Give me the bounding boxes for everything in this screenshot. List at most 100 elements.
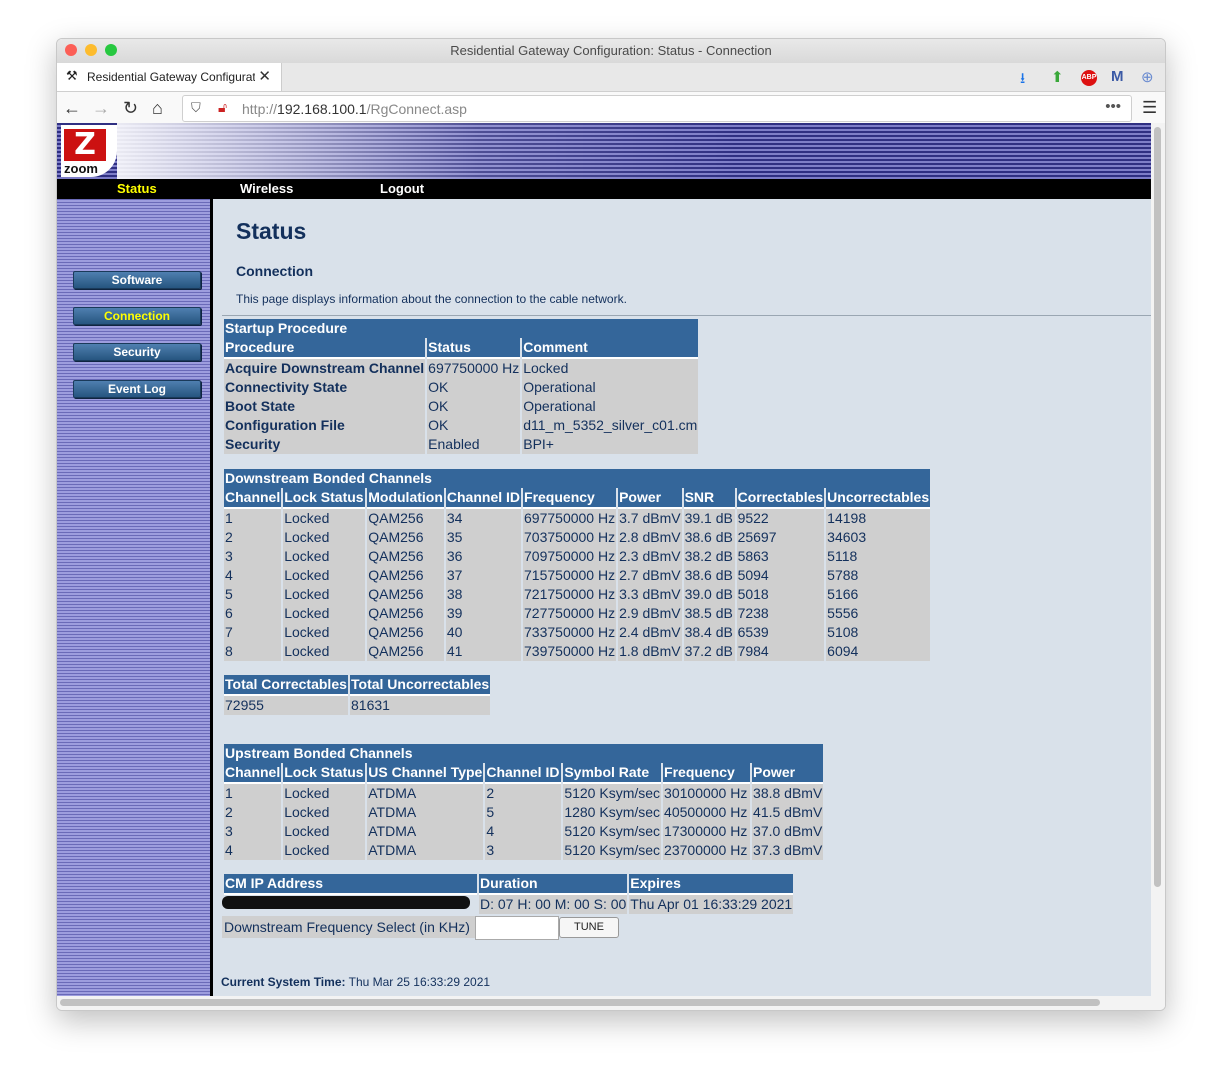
- column-header: Power: [618, 488, 682, 509]
- table-cell: 5120 Ksym/sec: [563, 841, 662, 860]
- frequency-input[interactable]: [475, 916, 559, 940]
- table-cell: 25697: [736, 528, 825, 547]
- table-cell: 41: [445, 642, 522, 661]
- sidebar: Software Connection Security Event Log: [57, 199, 213, 996]
- adblock-icon[interactable]: ABP: [1081, 70, 1097, 86]
- header-row: Procedure Status Comment: [224, 338, 699, 359]
- upload-arrow-icon[interactable]: ⬆: [1051, 68, 1064, 86]
- download-icon[interactable]: ⭳: [1020, 68, 1025, 93]
- tune-button[interactable]: TUNE: [559, 917, 619, 938]
- table-row: 1 Locked ATDMA 2 5120 Ksym/sec 30100000 Hz 38.…: [224, 784, 824, 803]
- table-cell: 39.1 dB: [683, 509, 735, 528]
- table-cell: 34: [445, 509, 522, 528]
- sidebar-item-software[interactable]: Software: [73, 271, 201, 289]
- table-cell: 39: [445, 604, 522, 623]
- table-cell: 5556: [826, 604, 931, 623]
- mail-icon[interactable]: M: [1111, 68, 1124, 85]
- back-arrow-icon[interactable]: ←: [63, 98, 81, 119]
- table-row: 72955 81631: [224, 696, 491, 715]
- column-header: Channel: [224, 488, 282, 509]
- column-header: Frequency: [523, 488, 617, 509]
- table-cell: 2.4 dBmV: [618, 623, 682, 642]
- horizontal-scrollbar[interactable]: [57, 996, 1165, 1010]
- shield-icon[interactable]: ⛉: [191, 100, 201, 116]
- column-header: Duration: [479, 874, 628, 895]
- table-row: 7 Locked QAM256 40 733750000 Hz 2.4 dBmV 38.4 …: [224, 623, 931, 642]
- close-window-button[interactable]: [65, 44, 77, 56]
- home-icon[interactable]: ⌂: [152, 98, 163, 119]
- table-cell: 38: [445, 585, 522, 604]
- table-caption: Startup Procedure: [224, 319, 699, 338]
- menu-status[interactable]: Status: [117, 181, 157, 196]
- page-description: This page displays information about the…: [236, 292, 627, 306]
- table-cell: 30100000 Hz: [663, 784, 751, 803]
- table-cell: 715750000 Hz: [523, 566, 617, 585]
- forward-arrow-icon[interactable]: →: [92, 98, 110, 119]
- table-cell: Locked: [283, 585, 366, 604]
- table-cell: 721750000 Hz: [523, 585, 617, 604]
- table-cell: 5: [224, 585, 282, 604]
- table-cell: 9522: [736, 509, 825, 528]
- table-cell: 5094: [736, 566, 825, 585]
- close-tab-icon[interactable]: ✕: [258, 67, 271, 85]
- table-cell: 5018: [736, 585, 825, 604]
- table-cell: 5166: [826, 585, 931, 604]
- menu-wireless[interactable]: Wireless: [240, 181, 293, 196]
- insecure-lock-icon[interactable]: 🔓︎: [218, 99, 227, 116]
- table-row: Configuration File OK d11_m_5352_silver_c0…: [224, 416, 699, 435]
- table-cell: 36: [445, 547, 522, 566]
- table-cell: 727750000 Hz: [523, 604, 617, 623]
- column-header: Correctables: [736, 488, 825, 509]
- downstream-channels-table: Downstream Bonded Channels Channel Lock …: [222, 469, 932, 661]
- minimize-window-button[interactable]: [85, 44, 97, 56]
- vertical-scrollbar[interactable]: [1151, 123, 1165, 996]
- table-cell: QAM256: [367, 547, 444, 566]
- title-bar: Residential Gateway Configuration: Statu…: [57, 39, 1165, 63]
- table-cell: 14198: [826, 509, 931, 528]
- hamburger-menu-icon[interactable]: ☰: [1142, 98, 1157, 118]
- table-row: 5 Locked QAM256 38 721750000 Hz 3.3 dBmV 39.0 …: [224, 585, 931, 604]
- column-header: Channel ID: [485, 763, 562, 784]
- table-row: Connectivity State OK Operational: [224, 378, 699, 397]
- sidebar-item-security[interactable]: Security: [73, 343, 201, 361]
- table-cell: 41.5 dBmV: [752, 803, 824, 822]
- address-bar[interactable]: ⛉ 🔓︎ http://192.168.100.1/RgConnect.asp …: [182, 95, 1132, 122]
- more-actions-icon[interactable]: •••: [1105, 98, 1121, 115]
- page-subtitle: Connection: [236, 263, 313, 279]
- table-cell: 4: [224, 566, 282, 585]
- upstream-channels-table: Upstream Bonded Channels Channel Lock St…: [222, 744, 825, 860]
- table-cell: QAM256: [367, 642, 444, 661]
- url-text[interactable]: http://192.168.100.1/RgConnect.asp: [242, 101, 467, 117]
- header-row: Channel Lock Status Modulation Channel I…: [224, 488, 931, 509]
- table-row: 3 Locked ATDMA 4 5120 Ksym/sec 17300000 Hz 37.…: [224, 822, 824, 841]
- table-row: 1 Locked QAM256 34 697750000 Hz 3.7 dBmV 39.1 …: [224, 509, 931, 528]
- table-cell: 1280 Ksym/sec: [563, 803, 662, 822]
- zoom-window-button[interactable]: [105, 44, 117, 56]
- tab-gateway[interactable]: ⚒ Residential Gateway Configuration: Sta…: [57, 63, 282, 91]
- table-cell: 2: [485, 784, 562, 803]
- menu-logout[interactable]: Logout: [380, 181, 424, 196]
- sidebar-item-connection[interactable]: Connection: [73, 307, 201, 325]
- table-cell: 38.6 dB: [683, 528, 735, 547]
- sidebar-item-event-log[interactable]: Event Log: [73, 380, 201, 398]
- reload-icon[interactable]: ↻: [123, 98, 138, 119]
- main-panel: Status Connection This page displays inf…: [213, 199, 1151, 996]
- table-cell: 733750000 Hz: [523, 623, 617, 642]
- table-cell: Locked: [283, 784, 366, 803]
- zoom-logo: Z zoom: [61, 125, 117, 177]
- table-cell: 2.8 dBmV: [618, 528, 682, 547]
- table-row: Acquire Downstream Channel 697750000 Hz Lo…: [224, 359, 699, 378]
- globe-icon[interactable]: ⊕: [1141, 68, 1154, 86]
- table-cell: ATDMA: [367, 822, 484, 841]
- table-cell: 5863: [736, 547, 825, 566]
- table-cell: 1: [224, 509, 282, 528]
- table-cell: Locked: [283, 547, 366, 566]
- table-cell: 38.8 dBmV: [752, 784, 824, 803]
- table-row: Security Enabled BPI+: [224, 435, 699, 454]
- table-cell: 5120 Ksym/sec: [563, 784, 662, 803]
- header-row: Total Correctables Total Uncorrectables: [224, 675, 491, 696]
- table-cell: QAM256: [367, 623, 444, 642]
- table-cell: QAM256: [367, 585, 444, 604]
- table-cell: Locked: [283, 841, 366, 860]
- header-row: CM IP Address Duration Expires: [224, 874, 794, 895]
